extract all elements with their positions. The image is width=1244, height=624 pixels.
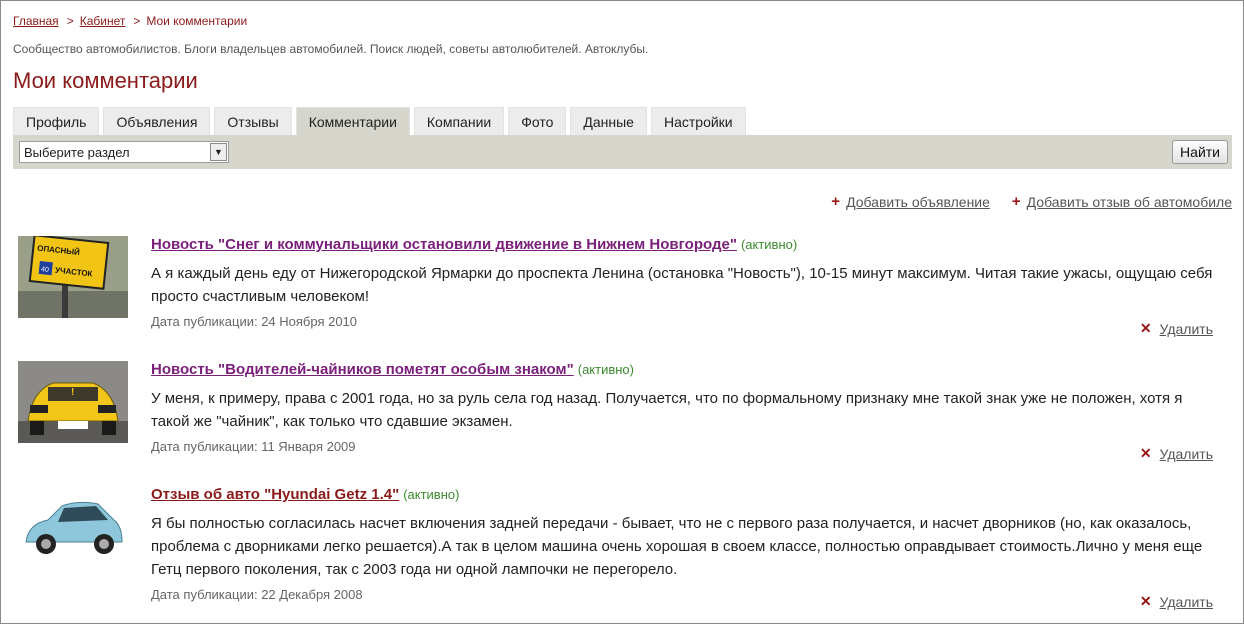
- tab-photo[interactable]: Фото: [508, 107, 567, 135]
- blue-hatchback-thumbnail[interactable]: [18, 486, 128, 568]
- close-icon: ✕: [1139, 593, 1152, 609]
- breadcrumb-separator: >: [133, 14, 141, 28]
- add-review-label: Добавить отзыв об автомобиле: [1026, 193, 1232, 210]
- tab-comments[interactable]: Комментарии: [295, 107, 410, 135]
- action-links: + Добавить объявление + Добавить отзыв о…: [831, 193, 1232, 210]
- status-badge: (активно): [740, 237, 798, 252]
- comment-body: Отзыв об авто "Hyundai Getz 1.4" (активно…: [151, 486, 1219, 602]
- tab-companies[interactable]: Компании: [413, 107, 505, 135]
- status-badge: (активно): [403, 487, 460, 502]
- delete-link[interactable]: ✕ Удалить: [1140, 445, 1213, 462]
- comment-text: У меня, к примеру, права с 2001 года, но…: [151, 390, 1183, 430]
- comment-item: ОПАСНЫЙ УЧАСТОК 40 Новость "Снег и комму…: [18, 236, 1218, 346]
- road-sign-thumbnail[interactable]: ОПАСНЫЙ УЧАСТОК 40: [18, 236, 128, 318]
- tab-bar: Профиль Объявления Отзывы Комментарии Ко…: [13, 107, 746, 135]
- yellow-car-thumbnail[interactable]: !: [18, 361, 128, 443]
- chevron-down-icon[interactable]: ▼: [210, 143, 227, 161]
- delete-label: Удалить: [1159, 593, 1213, 610]
- close-icon: ✕: [1139, 445, 1152, 461]
- comment-body: Новость "Снег и коммунальщики остановили…: [151, 236, 1219, 329]
- tab-profile[interactable]: Профиль: [13, 107, 100, 135]
- breadcrumb: Главная > Кабинет > Мои комментарии: [13, 14, 247, 28]
- tab-reviews[interactable]: Отзывы: [214, 107, 292, 135]
- breadcrumb-cabinet-link[interactable]: Кабинет: [80, 14, 126, 28]
- publication-date: Дата публикации: 22 Декабря 2008: [151, 587, 363, 602]
- tab-data[interactable]: Данные: [570, 107, 647, 135]
- comment-title-link[interactable]: Отзыв об авто "Hyundai Getz 1.4": [151, 486, 399, 503]
- comment-title-link[interactable]: Новость "Снег и коммунальщики остановили…: [151, 236, 737, 253]
- svg-text:!: !: [71, 387, 74, 398]
- publication-date: Дата публикации: 11 Января 2009: [151, 439, 356, 454]
- filter-bar: Выберите раздел ▼ Найти: [13, 135, 1232, 169]
- find-button[interactable]: Найти: [1172, 140, 1228, 164]
- status-badge: (активно): [577, 362, 634, 377]
- breadcrumb-separator: >: [66, 14, 74, 28]
- delete-label: Удалить: [1159, 320, 1213, 337]
- svg-text:40: 40: [41, 266, 50, 274]
- delete-link[interactable]: ✕ Удалить: [1140, 320, 1213, 337]
- section-select[interactable]: Выберите раздел ▼: [19, 141, 229, 163]
- delete-link[interactable]: ✕ Удалить: [1140, 593, 1213, 610]
- add-review-link[interactable]: + Добавить отзыв об автомобиле: [1012, 193, 1232, 210]
- breadcrumb-current: Мои комментарии: [146, 14, 248, 28]
- comment-item: ! Новость "Водителей-чайников пометят ос…: [18, 361, 1218, 471]
- comment-title-link[interactable]: Новость "Водителей-чайников пометят особ…: [151, 361, 574, 378]
- comment-text: А я каждый день еду от Нижегородской Ярм…: [151, 265, 1213, 305]
- tab-ads[interactable]: Объявления: [103, 107, 211, 135]
- delete-label: Удалить: [1159, 445, 1213, 462]
- publication-date: Дата публикации: 24 Ноября 2010: [151, 314, 358, 329]
- section-select-value: Выберите раздел: [24, 145, 130, 160]
- add-ad-label: Добавить объявление: [846, 193, 990, 210]
- breadcrumb-home-link[interactable]: Главная: [13, 14, 59, 28]
- close-icon: ✕: [1139, 320, 1152, 336]
- comment-text: Я бы полностью согласилась насчет включе…: [151, 515, 1203, 578]
- comment-body: Новость "Водителей-чайников пометят особ…: [151, 361, 1219, 454]
- add-ad-link[interactable]: + Добавить объявление: [831, 193, 990, 210]
- comment-item: Отзыв об авто "Hyundai Getz 1.4" (активно…: [18, 486, 1218, 616]
- plus-icon: +: [1011, 193, 1021, 210]
- page-title: Мои комментарии: [13, 68, 198, 93]
- plus-icon: +: [831, 193, 841, 210]
- tab-settings[interactable]: Настройки: [650, 107, 746, 135]
- site-tagline: Сообщество автомобилистов. Блоги владель…: [13, 42, 649, 56]
